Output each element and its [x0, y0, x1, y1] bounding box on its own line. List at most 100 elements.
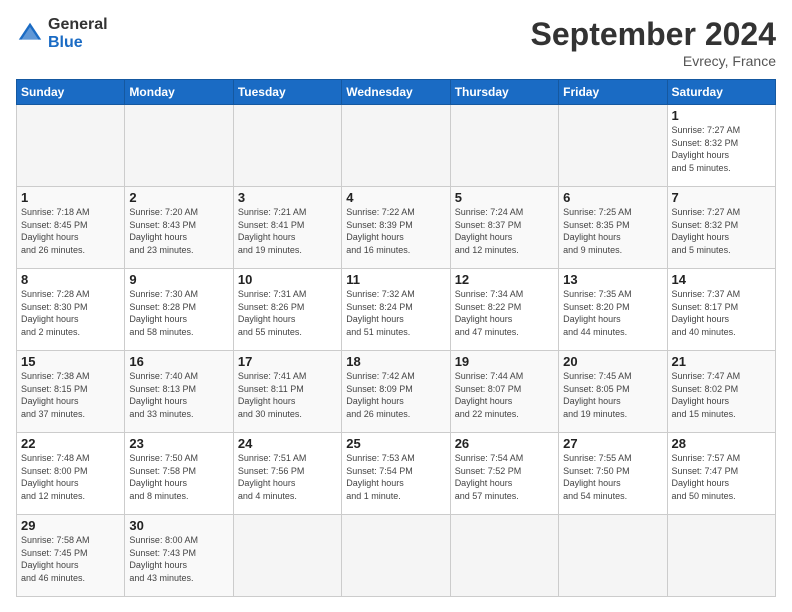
day-number: 21	[672, 354, 771, 369]
day-number: 5	[455, 190, 554, 205]
day-info: Sunrise: 7:44 AM Sunset: 8:07 PM Dayligh…	[455, 370, 554, 420]
day-number: 1	[672, 108, 771, 123]
empty-cell	[17, 105, 125, 187]
day-info: Sunrise: 7:24 AM Sunset: 8:37 PM Dayligh…	[455, 206, 554, 256]
day-info: Sunrise: 7:55 AM Sunset: 7:50 PM Dayligh…	[563, 452, 662, 502]
day-cell-14: 14 Sunrise: 7:37 AM Sunset: 8:17 PM Dayl…	[667, 269, 775, 351]
col-header-tuesday: Tuesday	[233, 80, 341, 105]
day-cell-30: 30 Sunrise: 8:00 AM Sunset: 7:43 PM Dayl…	[125, 515, 233, 597]
week-row-2: 1 Sunrise: 7:18 AM Sunset: 8:45 PM Dayli…	[17, 187, 776, 269]
day-cell-11: 11 Sunrise: 7:32 AM Sunset: 8:24 PM Dayl…	[342, 269, 450, 351]
day-cell-9: 9 Sunrise: 7:30 AM Sunset: 8:28 PM Dayli…	[125, 269, 233, 351]
day-number: 12	[455, 272, 554, 287]
day-info: Sunrise: 7:25 AM Sunset: 8:35 PM Dayligh…	[563, 206, 662, 256]
logo-general-text: General	[48, 16, 108, 34]
day-info: Sunrise: 7:34 AM Sunset: 8:22 PM Dayligh…	[455, 288, 554, 338]
day-number: 19	[455, 354, 554, 369]
day-number: 17	[238, 354, 337, 369]
day-cell-16: 16 Sunrise: 7:40 AM Sunset: 8:13 PM Dayl…	[125, 351, 233, 433]
day-info: Sunrise: 7:50 AM Sunset: 7:58 PM Dayligh…	[129, 452, 228, 502]
day-cell-8: 8 Sunrise: 7:28 AM Sunset: 8:30 PM Dayli…	[17, 269, 125, 351]
empty-cell	[125, 105, 233, 187]
day-info: Sunrise: 7:38 AM Sunset: 8:15 PM Dayligh…	[21, 370, 120, 420]
day-number: 10	[238, 272, 337, 287]
day-info: Sunrise: 7:18 AM Sunset: 8:45 PM Dayligh…	[21, 206, 120, 256]
day-info: Sunrise: 7:37 AM Sunset: 8:17 PM Dayligh…	[672, 288, 771, 338]
col-header-thursday: Thursday	[450, 80, 558, 105]
day-cell-25: 25 Sunrise: 7:53 AM Sunset: 7:54 PM Dayl…	[342, 433, 450, 515]
day-info: Sunrise: 7:51 AM Sunset: 7:56 PM Dayligh…	[238, 452, 337, 502]
day-number: 30	[129, 518, 228, 533]
day-number: 20	[563, 354, 662, 369]
day-number: 22	[21, 436, 120, 451]
day-info: Sunrise: 7:27 AM Sunset: 8:32 PM Dayligh…	[672, 124, 771, 174]
day-number: 29	[21, 518, 120, 533]
day-number: 23	[129, 436, 228, 451]
logo-icon	[16, 20, 44, 48]
day-number: 27	[563, 436, 662, 451]
day-info: Sunrise: 7:54 AM Sunset: 7:52 PM Dayligh…	[455, 452, 554, 502]
day-info: Sunrise: 7:53 AM Sunset: 7:54 PM Dayligh…	[346, 452, 445, 502]
week-row-6: 29 Sunrise: 7:58 AM Sunset: 7:45 PM Dayl…	[17, 515, 776, 597]
day-number: 16	[129, 354, 228, 369]
month-title: September 2024	[531, 16, 776, 53]
calendar-table: SundayMondayTuesdayWednesdayThursdayFrid…	[16, 79, 776, 597]
day-info: Sunrise: 7:57 AM Sunset: 7:47 PM Dayligh…	[672, 452, 771, 502]
day-cell-29: 29 Sunrise: 7:58 AM Sunset: 7:45 PM Dayl…	[17, 515, 125, 597]
day-number: 11	[346, 272, 445, 287]
day-cell-3: 3 Sunrise: 7:21 AM Sunset: 8:41 PM Dayli…	[233, 187, 341, 269]
day-info: Sunrise: 7:45 AM Sunset: 8:05 PM Dayligh…	[563, 370, 662, 420]
day-number: 1	[21, 190, 120, 205]
day-cell-20: 20 Sunrise: 7:45 AM Sunset: 8:05 PM Dayl…	[559, 351, 667, 433]
day-cell-21: 21 Sunrise: 7:47 AM Sunset: 8:02 PM Dayl…	[667, 351, 775, 433]
day-info: Sunrise: 7:47 AM Sunset: 8:02 PM Dayligh…	[672, 370, 771, 420]
empty-cell	[342, 515, 450, 597]
week-row-3: 8 Sunrise: 7:28 AM Sunset: 8:30 PM Dayli…	[17, 269, 776, 351]
empty-cell	[667, 515, 775, 597]
day-number: 8	[21, 272, 120, 287]
day-cell-10: 10 Sunrise: 7:31 AM Sunset: 8:26 PM Dayl…	[233, 269, 341, 351]
logo: General Blue	[16, 16, 108, 51]
day-number: 14	[672, 272, 771, 287]
day-number: 24	[238, 436, 337, 451]
day-number: 2	[129, 190, 228, 205]
day-cell-22: 22 Sunrise: 7:48 AM Sunset: 8:00 PM Dayl…	[17, 433, 125, 515]
page: General Blue September 2024 Evrecy, Fran…	[0, 0, 792, 612]
col-header-saturday: Saturday	[667, 80, 775, 105]
day-number: 3	[238, 190, 337, 205]
day-info: Sunrise: 7:58 AM Sunset: 7:45 PM Dayligh…	[21, 534, 120, 584]
empty-cell	[450, 515, 558, 597]
day-cell-28: 28 Sunrise: 7:57 AM Sunset: 7:47 PM Dayl…	[667, 433, 775, 515]
day-number: 4	[346, 190, 445, 205]
day-cell-26: 26 Sunrise: 7:54 AM Sunset: 7:52 PM Dayl…	[450, 433, 558, 515]
col-header-friday: Friday	[559, 80, 667, 105]
empty-cell	[233, 515, 341, 597]
day-number: 18	[346, 354, 445, 369]
day-cell-2: 2 Sunrise: 7:20 AM Sunset: 8:43 PM Dayli…	[125, 187, 233, 269]
logo-blue-text: Blue	[48, 34, 108, 52]
empty-cell	[450, 105, 558, 187]
day-cell-1: 1 Sunrise: 7:18 AM Sunset: 8:45 PM Dayli…	[17, 187, 125, 269]
day-info: Sunrise: 7:35 AM Sunset: 8:20 PM Dayligh…	[563, 288, 662, 338]
day-number: 26	[455, 436, 554, 451]
day-cell-13: 13 Sunrise: 7:35 AM Sunset: 8:20 PM Dayl…	[559, 269, 667, 351]
day-info: Sunrise: 7:48 AM Sunset: 8:00 PM Dayligh…	[21, 452, 120, 502]
week-row-5: 22 Sunrise: 7:48 AM Sunset: 8:00 PM Dayl…	[17, 433, 776, 515]
day-cell-4: 4 Sunrise: 7:22 AM Sunset: 8:39 PM Dayli…	[342, 187, 450, 269]
day-number: 6	[563, 190, 662, 205]
day-cell-1: 1 Sunrise: 7:27 AM Sunset: 8:32 PM Dayli…	[667, 105, 775, 187]
day-cell-17: 17 Sunrise: 7:41 AM Sunset: 8:11 PM Dayl…	[233, 351, 341, 433]
day-cell-27: 27 Sunrise: 7:55 AM Sunset: 7:50 PM Dayl…	[559, 433, 667, 515]
day-cell-19: 19 Sunrise: 7:44 AM Sunset: 8:07 PM Dayl…	[450, 351, 558, 433]
day-number: 7	[672, 190, 771, 205]
col-header-monday: Monday	[125, 80, 233, 105]
day-info: Sunrise: 7:42 AM Sunset: 8:09 PM Dayligh…	[346, 370, 445, 420]
empty-cell	[233, 105, 341, 187]
day-cell-18: 18 Sunrise: 7:42 AM Sunset: 8:09 PM Dayl…	[342, 351, 450, 433]
day-number: 15	[21, 354, 120, 369]
day-number: 25	[346, 436, 445, 451]
day-cell-12: 12 Sunrise: 7:34 AM Sunset: 8:22 PM Dayl…	[450, 269, 558, 351]
day-number: 13	[563, 272, 662, 287]
logo-text: General Blue	[48, 16, 108, 51]
day-info: Sunrise: 7:32 AM Sunset: 8:24 PM Dayligh…	[346, 288, 445, 338]
